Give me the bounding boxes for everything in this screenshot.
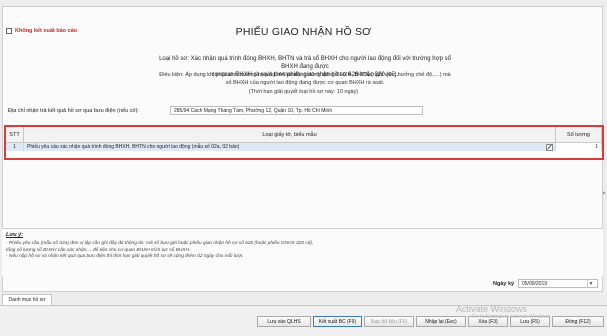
deadline-text: (Thời hạn giải quyết loại hồ sơ này: 10 … xyxy=(248,89,359,95)
tab-document-list[interactable]: Danh mục hồ sơ xyxy=(2,294,52,305)
document-type-line-1: Loại hồ sơ: Xác nhận quá trình đóng BHXH… xyxy=(159,56,451,70)
notes-section: Lưu ý: - Phiếu yêu cầu (mẫu số 02a) đơn … xyxy=(2,228,603,276)
app-window: Không kết xuất báo cáo PHIẾU GIAO NHẬN H… xyxy=(0,0,607,336)
grid-header: STT Loại giấy tờ, biểu mẫu Số lượng xyxy=(6,127,602,143)
page-title: PHIẾU GIAO NHẬN HỒ SƠ xyxy=(235,26,372,38)
submit-data-button[interactable]: Nạp dữ liệu (F6) xyxy=(364,316,414,327)
row-document[interactable]: Phiếu yêu cầu xác nhận quá trình đóng BH… xyxy=(24,143,556,151)
save-to-management-button[interactable]: Lưu vào QLHS xyxy=(257,316,311,327)
activate-windows-subtext: Go to Settings to activate Windows. xyxy=(472,314,551,320)
panel-collapse-arrow-icon[interactable] xyxy=(603,190,607,198)
sign-date-picker[interactable]: 05/09/2019 ▼ xyxy=(518,279,598,288)
column-header-document[interactable]: Loại giấy tờ, biểu mẫu xyxy=(24,127,556,142)
close-button[interactable]: Đóng (F12) xyxy=(552,316,604,327)
activate-windows-watermark: Activate Windows xyxy=(456,304,528,314)
column-header-quantity[interactable]: Số lượng xyxy=(556,127,602,142)
condition-line-2: sổ BHXH của người lao động đang được cơ … xyxy=(225,79,385,86)
export-report-button[interactable]: Kết xuất BC (F9) xyxy=(313,316,362,327)
chevron-down-icon[interactable]: ▼ xyxy=(587,280,594,287)
documents-grid: STT Loại giấy tờ, biểu mẫu Số lượng 1 Ph… xyxy=(4,125,604,160)
notes-line-3: - Nếu nộp hồ sơ và nhận kết quả qua bưu … xyxy=(6,254,244,259)
sign-date-label: Ngày ký xyxy=(493,281,515,287)
column-header-stt[interactable]: STT xyxy=(6,127,24,142)
row-document-text: Phiếu yêu cầu xác nhận quá trình đóng BH… xyxy=(27,144,240,150)
row-quantity[interactable]: 1 xyxy=(556,143,602,151)
condition-line-1: Điều kiện: Áp dụng khi phát sinh trường … xyxy=(159,72,451,78)
condition-text: Điều kiện: Áp dụng khi phát sinh trường … xyxy=(120,72,490,87)
sign-date-value: 05/09/2019 xyxy=(522,280,548,287)
edit-icon[interactable] xyxy=(546,144,553,151)
address-field[interactable]: 285/94 Cách Mạng Tháng Tám, Phường 12, Q… xyxy=(170,106,423,115)
reload-button[interactable]: Nhập lại (Esc) xyxy=(416,316,466,327)
row-stt: 1 xyxy=(6,143,24,151)
table-row[interactable]: 1 Phiếu yêu cầu xác nhận quá trình đóng … xyxy=(6,143,602,151)
address-label: Địa chỉ nhận trả kết quả hồ sơ qua bưu đ… xyxy=(8,108,139,114)
